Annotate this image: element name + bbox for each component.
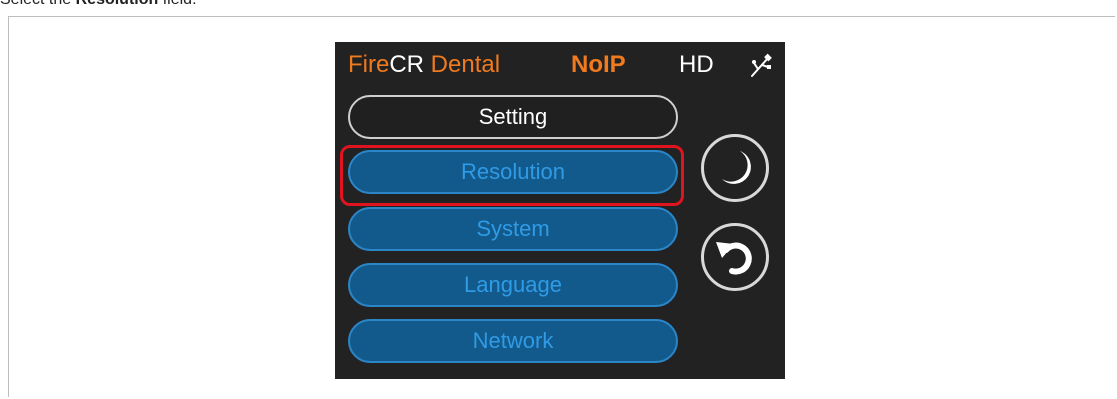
device-screen: FireCR Dental NoIP HD Setting Resolution… [335, 42, 785, 379]
usb-icon [751, 53, 772, 77]
back-button[interactable] [701, 223, 769, 291]
instruction-text: Select the Resolution field. [0, 0, 197, 9]
sleep-button[interactable] [701, 134, 769, 202]
brand-label: FireCR Dental [348, 51, 501, 78]
menu-item-network[interactable]: Network [348, 319, 678, 363]
menu-item-resolution[interactable]: Resolution [348, 150, 678, 194]
moon-icon [722, 151, 751, 184]
undo-arrow-icon [716, 242, 752, 275]
network-status: NoIP [571, 51, 626, 78]
status-bar: FireCR Dental NoIP HD [335, 42, 785, 92]
instruction-target: Resolution [76, 0, 159, 8]
resolution-mode-badge: HD [679, 51, 714, 78]
menu-item-system[interactable]: System [348, 207, 678, 251]
menu-header-setting: Setting [348, 95, 678, 139]
menu-item-language[interactable]: Language [348, 263, 678, 307]
